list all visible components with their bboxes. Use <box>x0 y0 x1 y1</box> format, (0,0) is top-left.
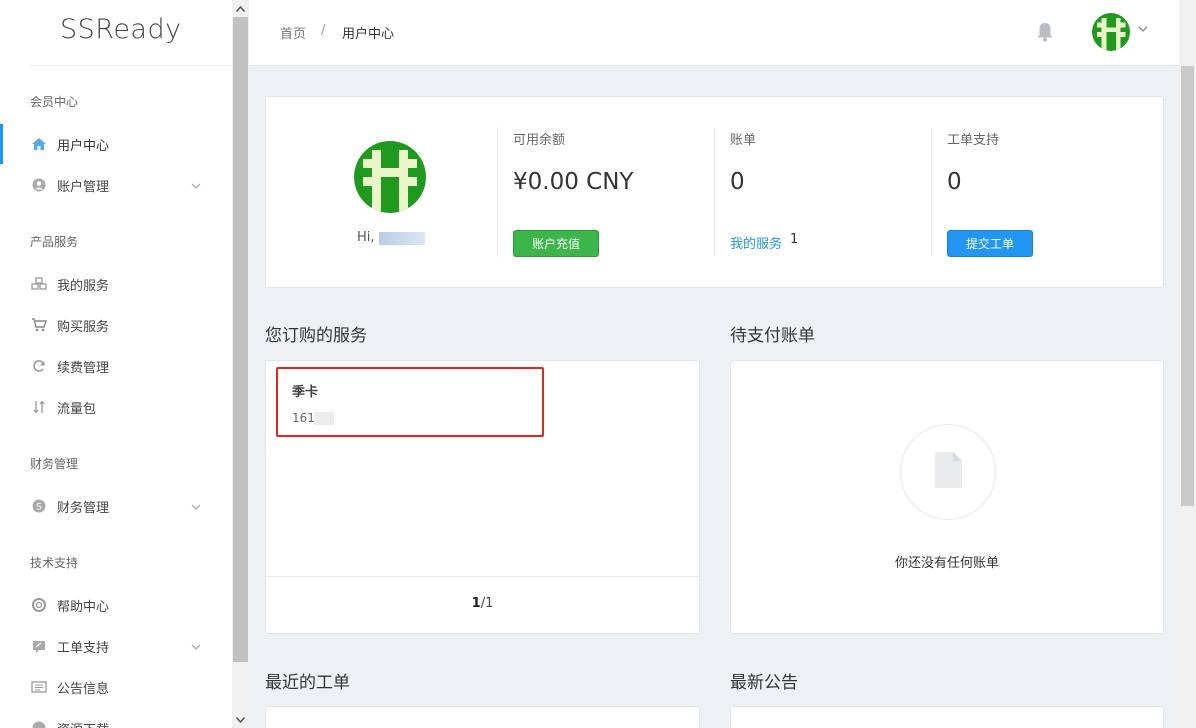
announcement-icon <box>31 679 47 695</box>
section-title-finance: 财务管理 <box>30 457 79 471</box>
top-header: 首页 / 用户中心 <box>249 0 1179 66</box>
my-services-link[interactable]: 我的服务 <box>730 233 782 252</box>
download-icon <box>31 720 47 728</box>
balance-title: 可用余额 <box>513 133 566 148</box>
profile-summary-card: Hi, 可用余额 ¥0.00 CNY 账户充值 账单 0 我的服务 1 工单支持… <box>265 96 1164 288</box>
user-avatar[interactable] <box>1092 13 1130 51</box>
section-title-products: 产品服务 <box>30 235 79 249</box>
service-item[interactable]: 季卡 161 <box>276 367 544 437</box>
sidebar-item-user-center[interactable]: 用户中心 <box>0 124 232 164</box>
recent-tickets-title: 最近的工单 <box>265 673 350 693</box>
tickets-title: 工单支持 <box>947 133 1000 148</box>
service-id: 161 <box>292 411 315 425</box>
ticket-icon <box>31 638 47 654</box>
sidebar-item-my-services[interactable]: 我的服务 <box>0 266 232 302</box>
recent-tickets-card <box>265 706 700 728</box>
divider <box>931 127 932 257</box>
pagination: 1/1 <box>266 596 699 611</box>
document-icon <box>933 451 963 493</box>
sidebar-item-label: 购买服务 <box>57 319 110 335</box>
scroll-down-arrow-icon[interactable] <box>232 711 249 728</box>
chevron-down-icon[interactable] <box>1138 22 1148 35</box>
divider <box>714 127 715 257</box>
section-title-member: 会员中心 <box>30 95 79 109</box>
sidebar: SSReady 会员中心 用户中心 账户管理 产品服务 我的服务 购买服务 续费… <box>0 0 232 728</box>
breadcrumb-separator: / <box>321 23 326 38</box>
sidebar-item-label: 公告信息 <box>57 681 110 697</box>
sidebar-item-traffic[interactable]: 流量包 <box>0 389 232 425</box>
pending-bills-card: 你还没有任何账单 <box>730 360 1164 634</box>
sidebar-scroll-thumb[interactable] <box>233 17 248 662</box>
pager-current[interactable]: 1 <box>472 596 481 611</box>
bell-icon[interactable] <box>1033 20 1057 44</box>
sidebar-item-label: 财务管理 <box>57 500 110 516</box>
sidebar-item-label: 流量包 <box>57 401 97 417</box>
greeting-text: Hi, <box>357 230 375 245</box>
divider <box>497 127 498 257</box>
sidebar-item-label: 用户中心 <box>57 138 110 154</box>
sidebar-item-label: 账户管理 <box>57 179 110 195</box>
section-title-support: 技术支持 <box>30 556 79 570</box>
logo-divider <box>30 65 232 66</box>
services-footer: 1/1 <box>266 576 699 633</box>
sidebar-item-account[interactable]: 账户管理 <box>0 167 232 203</box>
sidebar-item-ticket[interactable]: 工单支持 <box>0 628 232 664</box>
empty-state-circle <box>900 424 996 520</box>
user-icon <box>31 177 47 193</box>
sidebar-item-announcements[interactable]: 公告信息 <box>0 669 232 705</box>
page-scrollbar[interactable] <box>1179 0 1196 728</box>
my-services-count: 1 <box>790 232 799 247</box>
balance-value: ¥0.00 CNY <box>513 169 634 195</box>
sidebar-scrollbar[interactable] <box>232 0 249 728</box>
redacted-username <box>379 232 425 245</box>
svg-text:S: S <box>36 503 42 513</box>
page-scroll-thumb[interactable] <box>1181 66 1194 506</box>
services-section-title: 您订购的服务 <box>265 326 367 346</box>
redacted-service-id <box>314 412 334 425</box>
cubes-icon <box>31 276 47 292</box>
announcements-title: 最新公告 <box>730 673 798 693</box>
home-icon <box>31 136 47 152</box>
chevron-down-icon <box>191 179 201 192</box>
cart-icon <box>31 317 47 333</box>
chevron-down-icon <box>191 500 201 513</box>
sidebar-item-help[interactable]: 帮助中心 <box>0 587 232 623</box>
sidebar-item-label: 帮助中心 <box>57 599 110 615</box>
announcements-card <box>730 706 1164 728</box>
profile-avatar <box>354 141 426 213</box>
app-logo[interactable]: SSReady <box>60 14 182 45</box>
pager-total: /1 <box>480 596 494 611</box>
services-card: 季卡 161 1/1 <box>265 360 700 634</box>
sidebar-item-label: 资源下载 <box>57 719 109 728</box>
refresh-icon <box>31 358 47 374</box>
sidebar-item-label: 续费管理 <box>57 360 110 376</box>
breadcrumb-current: 用户中心 <box>342 27 395 42</box>
sidebar-item-label: 工单支持 <box>57 640 110 656</box>
sidebar-item-renewal[interactable]: 续费管理 <box>0 348 232 384</box>
transfer-icon <box>31 399 47 415</box>
empty-bills-text: 你还没有任何账单 <box>894 556 999 571</box>
submit-ticket-button[interactable]: 提交工单 <box>947 230 1033 257</box>
bills-section-title: 待支付账单 <box>730 326 815 346</box>
lifebuoy-icon <box>31 597 47 613</box>
chevron-down-icon <box>191 640 201 653</box>
dollar-icon: S <box>31 498 47 514</box>
breadcrumb-home[interactable]: 首页 <box>280 23 306 42</box>
recharge-button[interactable]: 账户充值 <box>513 230 599 257</box>
bills-title: 账单 <box>730 133 757 148</box>
sidebar-item-downloads[interactable]: 资源下载 <box>0 710 232 728</box>
tickets-value: 0 <box>947 169 962 195</box>
sidebar-item-finance[interactable]: S 财务管理 <box>0 488 232 524</box>
service-name: 季卡 <box>292 385 319 400</box>
sidebar-item-buy-services[interactable]: 购买服务 <box>0 307 232 343</box>
scroll-up-arrow-icon[interactable] <box>232 0 249 17</box>
sidebar-item-label: 我的服务 <box>57 278 110 294</box>
bills-value: 0 <box>730 169 745 195</box>
